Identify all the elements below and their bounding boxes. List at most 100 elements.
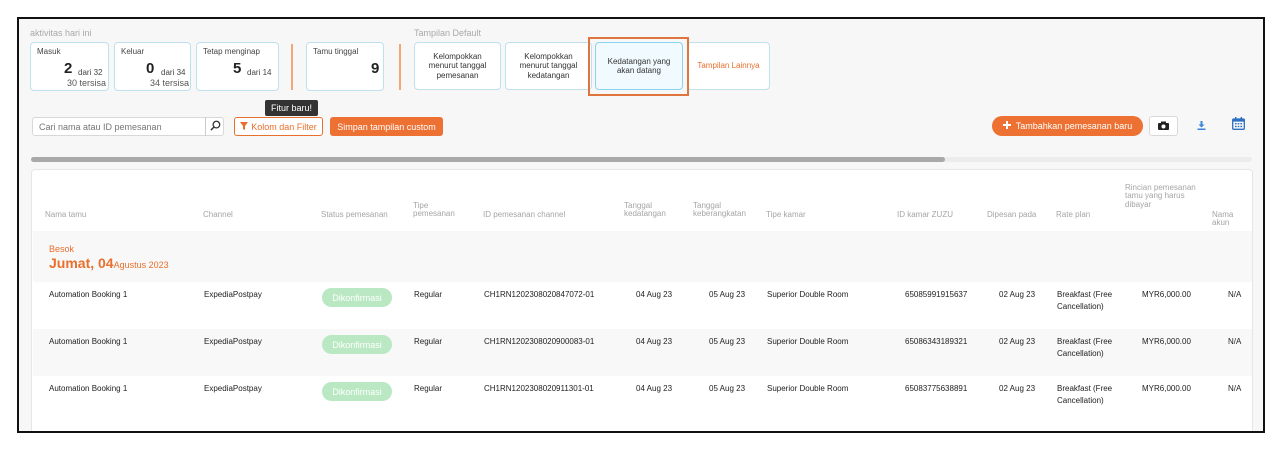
stat-title: Masuk — [37, 47, 61, 56]
col-header-rate-plan[interactable]: Rate plan — [1056, 210, 1090, 219]
cell-departure: 05 Aug 23 — [709, 384, 746, 393]
view-more-views[interactable]: Tampilan Lainnya — [687, 42, 770, 90]
cell-departure: 05 Aug 23 — [709, 290, 746, 299]
stat-title: Keluar — [121, 47, 145, 56]
cell-channel: ExpediaPostpay — [204, 290, 262, 299]
col-header-amount[interactable]: Rincian pemesanan tamu yang harus dibaya… — [1125, 183, 1197, 209]
table-row[interactable]: Automation Booking 1 ExpediaPostpay Diko… — [33, 329, 1252, 376]
col-header-room-type[interactable]: Tipe kamar — [766, 210, 806, 219]
cell-channel: ExpediaPostpay — [204, 337, 262, 346]
status-badge: Dikonfirmasi — [322, 382, 392, 401]
table-row[interactable]: Automation Booking 1 ExpediaPostpay Diko… — [33, 376, 1252, 423]
stat-title: Tamu tinggal — [313, 47, 359, 56]
cell-channel: ExpediaPostpay — [204, 384, 262, 393]
stat-value: 2 — [64, 60, 73, 77]
stat-card-masuk[interactable]: Masuk 2 dari 32 30 tersisa — [30, 42, 109, 91]
cell-account: N/A — [1228, 384, 1242, 393]
cell-guest: Automation Booking 1 — [49, 384, 128, 393]
group-month-year: Agustus 2023 — [113, 260, 169, 270]
cell-arrival: 04 Aug 23 — [636, 337, 673, 346]
col-header-status[interactable]: Status pemesanan — [321, 210, 388, 219]
plus-icon — [1002, 121, 1011, 131]
search-icon — [210, 118, 221, 136]
cell-amount: MYR6,000.00 — [1142, 384, 1191, 393]
cell-booked-on: 02 Aug 23 — [999, 290, 1036, 299]
new-feature-tooltip: Fitur baru! — [265, 100, 319, 116]
cell-amount: MYR6,000.00 — [1142, 290, 1191, 299]
download-button[interactable] — [1187, 116, 1216, 136]
stat-value: 9 — [371, 60, 380, 77]
cell-rate-plan: Breakfast (Free Cancellation) — [1057, 337, 1113, 359]
scrollbar-thumb[interactable] — [31, 157, 945, 162]
cell-type: Regular — [414, 290, 443, 299]
stat-card-tamu-tinggal[interactable]: Tamu tinggal 9 — [306, 42, 384, 91]
view-group-by-booking-date[interactable]: Kelompokkan menurut tanggal pemesanan — [414, 42, 501, 90]
columns-filter-button[interactable]: Kolom dan Filter — [234, 117, 323, 136]
cell-channel-id: CH1RN1202308020847072-01 — [484, 290, 595, 299]
stat-value: 0 — [146, 60, 155, 77]
view-group-by-arrival-date[interactable]: Kelompokkan menurut tanggal kedatangan — [505, 42, 592, 90]
cell-account: N/A — [1228, 337, 1242, 346]
stat-title: Tetap menginap — [203, 47, 260, 56]
download-icon — [1197, 117, 1206, 135]
stat-card-keluar[interactable]: Keluar 0 dari 34 34 tersisa — [114, 42, 191, 91]
add-booking-label: Tambahkan pemesanan baru — [1015, 121, 1133, 131]
table-row[interactable]: Automation Booking 1 ExpediaPostpay Diko… — [33, 282, 1252, 329]
app-frame: aktivitas hari ini Tampilan Default Masu… — [17, 17, 1265, 433]
cell-arrival: 04 Aug 23 — [636, 290, 673, 299]
cell-room-id: 65085991915637 — [905, 290, 968, 299]
col-header-type[interactable]: Tipe pemesanan — [413, 201, 459, 219]
columns-filter-label: Kolom dan Filter — [251, 121, 317, 132]
cell-rate-plan: Breakfast (Free Cancellation) — [1057, 384, 1113, 406]
col-header-arrival[interactable]: Tanggal kedatangan — [624, 201, 669, 219]
cell-room-type: Superior Double Room — [767, 290, 849, 299]
stat-remaining: 30 tersisa — [67, 78, 107, 88]
col-header-account[interactable]: Nama akun — [1212, 210, 1252, 228]
cell-departure: 05 Aug 23 — [709, 337, 746, 346]
highlight-box — [588, 37, 689, 96]
group-relative-day: Besok — [49, 244, 75, 254]
cell-arrival: 04 Aug 23 — [636, 384, 673, 393]
save-custom-view-button[interactable]: Simpan tampilan custom — [330, 117, 443, 136]
cell-rate-plan: Breakfast (Free Cancellation) — [1057, 290, 1113, 312]
cell-channel-id: CH1RN1202308020911301-01 — [484, 384, 594, 393]
stat-value: 5 — [233, 60, 242, 77]
date-group-header: Besok Jumat, 04Agustus 2023 — [33, 231, 1252, 282]
filter-icon — [240, 121, 249, 132]
cell-type: Regular — [414, 384, 443, 393]
status-badge: Dikonfirmasi — [322, 288, 392, 307]
divider — [291, 44, 293, 90]
col-header-channel[interactable]: Channel — [203, 210, 233, 219]
cell-booked-on: 02 Aug 23 — [999, 337, 1036, 346]
add-booking-button[interactable]: Tambahkan pemesanan baru — [992, 116, 1143, 136]
cell-room-type: Superior Double Room — [767, 384, 849, 393]
view-more-label: Tampilan Lainnya — [697, 61, 760, 71]
stat-of: dari 34 — [161, 68, 186, 77]
cell-amount: MYR6,000.00 — [1142, 337, 1191, 346]
cell-room-id: 65086343189321 — [905, 337, 968, 346]
cell-guest: Automation Booking 1 — [49, 290, 128, 299]
bookings-table: Nama tamu Channel Status pemesanan Tipe … — [31, 169, 1253, 431]
activity-label: aktivitas hari ini — [30, 28, 92, 38]
col-header-guest[interactable]: Nama tamu — [45, 210, 86, 219]
stat-card-tetap-menginap[interactable]: Tetap menginap 5 dari 14 — [196, 42, 279, 91]
cell-type: Regular — [414, 337, 443, 346]
col-header-channel-id[interactable]: ID pemesanan channel — [483, 210, 565, 219]
cell-guest: Automation Booking 1 — [49, 337, 128, 346]
search-button[interactable] — [205, 117, 225, 136]
search-input[interactable] — [32, 117, 224, 136]
col-header-room-id[interactable]: ID kamar ZUZU — [897, 210, 953, 219]
cell-room-type: Superior Double Room — [767, 337, 849, 346]
stat-of: dari 14 — [247, 68, 272, 77]
cell-account: N/A — [1228, 290, 1242, 299]
cell-channel-id: CH1RN1202308020900083-01 — [484, 337, 595, 346]
col-header-booked-on[interactable]: Dipesan pada — [987, 210, 1036, 219]
views-label: Tampilan Default — [414, 28, 482, 38]
screenshot-button[interactable] — [1149, 116, 1178, 136]
cell-room-id: 65083775638891 — [905, 384, 968, 393]
calendar-button[interactable] — [1224, 116, 1253, 136]
group-date: Jumat, 04Agustus 2023 — [49, 255, 169, 271]
col-header-departure[interactable]: Tanggal keberangkatan — [693, 201, 753, 219]
status-badge: Dikonfirmasi — [322, 335, 392, 354]
horizontal-scrollbar[interactable] — [31, 157, 1252, 162]
